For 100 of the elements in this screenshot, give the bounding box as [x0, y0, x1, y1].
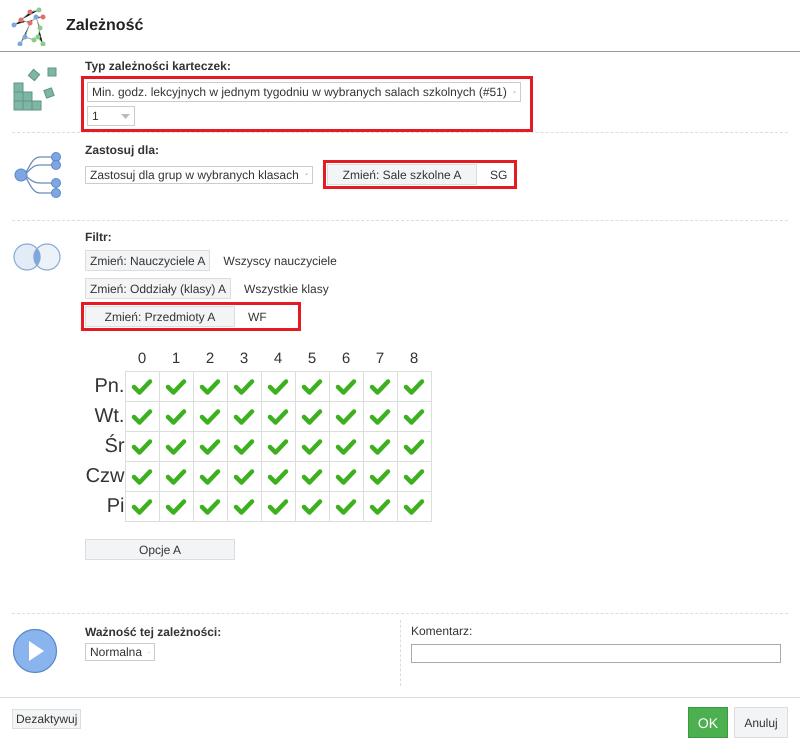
grid-cell[interactable]	[193, 432, 227, 462]
options-button[interactable]: Opcje A	[85, 539, 235, 560]
comment-field[interactable]	[411, 644, 781, 663]
check-icon	[334, 406, 358, 426]
grid-cell[interactable]	[125, 372, 159, 402]
grid-cell[interactable]	[295, 402, 329, 432]
play-icon	[12, 628, 58, 674]
grid-cell[interactable]	[397, 372, 431, 402]
grid-cell[interactable]	[227, 492, 261, 522]
check-icon	[266, 496, 290, 516]
grid-cell[interactable]	[295, 462, 329, 492]
grid-cell[interactable]	[261, 462, 295, 492]
grid-cell[interactable]	[329, 372, 363, 402]
check-icon	[130, 406, 154, 426]
check-icon	[266, 436, 290, 456]
cancel-button[interactable]: Anuluj	[734, 707, 788, 738]
grid-cell[interactable]	[193, 372, 227, 402]
value-text: Wszyscy nauczyciele	[222, 254, 337, 268]
check-icon	[232, 406, 256, 426]
grid-cell[interactable]	[227, 432, 261, 462]
value-text: WF	[247, 310, 267, 324]
check-icon	[232, 466, 256, 486]
dropdown[interactable]: 1	[87, 106, 135, 126]
column-header: 0	[125, 345, 159, 372]
check-icon	[334, 466, 358, 486]
grid-cell[interactable]	[159, 492, 193, 522]
check-icon	[164, 436, 188, 456]
grid-cell[interactable]	[363, 462, 397, 492]
grid-cell[interactable]	[125, 432, 159, 462]
grid-cell[interactable]	[261, 492, 295, 522]
value-text: SG	[489, 168, 508, 182]
grid-cell[interactable]	[397, 462, 431, 492]
grid-cell[interactable]	[193, 492, 227, 522]
field-label: Komentarz:	[411, 624, 474, 638]
dropdown[interactable]: Zastosuj dla grup w wybranych klasach	[85, 166, 313, 184]
grid-cell[interactable]	[329, 402, 363, 432]
row-header: Pi	[83, 492, 125, 522]
grid-cell[interactable]	[125, 492, 159, 522]
check-icon	[402, 406, 426, 426]
check-icon	[130, 436, 154, 456]
network-icon	[10, 6, 46, 46]
check-icon	[164, 466, 188, 486]
grid-cell[interactable]	[159, 432, 193, 462]
grid-cell[interactable]	[193, 402, 227, 432]
field-label: Zastosuj dla:	[85, 143, 160, 157]
grid-cell[interactable]	[397, 402, 431, 432]
change-button[interactable]: Zmień: Nauczyciele A	[85, 250, 210, 271]
check-icon	[334, 496, 358, 516]
row-header: Pn.	[83, 372, 125, 402]
change-button[interactable]: Zmień: Oddziały (klasy) A	[85, 278, 232, 299]
field-label: Ważność tej zależności:	[85, 625, 222, 639]
grid-cell[interactable]	[329, 462, 363, 492]
column-header: 7	[363, 345, 397, 372]
grid-cell[interactable]	[295, 492, 329, 522]
change-button[interactable]: Zmień: Sale szkolne A	[327, 164, 477, 185]
tree-icon	[12, 151, 62, 199]
grid-cell[interactable]	[397, 432, 431, 462]
grid-cell[interactable]	[295, 432, 329, 462]
grid-cell[interactable]	[261, 372, 295, 402]
grid-cell[interactable]	[397, 492, 431, 522]
grid-cell[interactable]	[261, 432, 295, 462]
check-icon	[402, 436, 426, 456]
grid-cell[interactable]	[227, 402, 261, 432]
grid-cell[interactable]	[295, 372, 329, 402]
change-button[interactable]: Zmień: Przedmioty A	[85, 306, 235, 327]
column-header: 3	[227, 345, 261, 372]
grid-cell[interactable]	[329, 492, 363, 522]
grid-cell[interactable]	[227, 372, 261, 402]
check-icon	[232, 496, 256, 516]
grid-cell[interactable]	[329, 432, 363, 462]
grid-cell[interactable]	[363, 432, 397, 462]
check-icon	[232, 376, 256, 396]
grid-cell[interactable]	[159, 402, 193, 432]
dropdown[interactable]: Min. godz. lekcyjnych w jednym tygodniu w wybranych salach szkolnych (#51)	[87, 82, 521, 102]
check-icon	[368, 406, 392, 426]
check-icon	[402, 466, 426, 486]
check-icon	[266, 466, 290, 486]
grid-cell[interactable]	[227, 462, 261, 492]
grid-cell[interactable]	[193, 462, 227, 492]
check-icon	[164, 496, 188, 516]
grid-cell[interactable]	[363, 492, 397, 522]
grid-cell[interactable]	[159, 372, 193, 402]
check-icon	[164, 406, 188, 426]
grid-cell[interactable]	[159, 462, 193, 492]
check-icon	[300, 436, 324, 456]
column-header: 6	[329, 345, 363, 372]
grid-cell[interactable]	[125, 402, 159, 432]
grid-cell[interactable]	[125, 462, 159, 492]
grid-cell[interactable]	[363, 402, 397, 432]
check-icon	[130, 496, 154, 516]
deactivate-button[interactable]: Dezaktywuj	[12, 708, 82, 728]
caret-icon	[121, 114, 130, 118]
field-label: Typ zależności karteczek:	[85, 59, 232, 73]
check-icon	[130, 466, 154, 486]
grid-cell[interactable]	[261, 402, 295, 432]
grid-cell[interactable]	[363, 372, 397, 402]
column-header: 5	[295, 345, 329, 372]
column-header: 8	[397, 345, 431, 372]
row-header: Śr	[83, 432, 125, 462]
dropdown[interactable]: Normalna	[85, 643, 155, 661]
